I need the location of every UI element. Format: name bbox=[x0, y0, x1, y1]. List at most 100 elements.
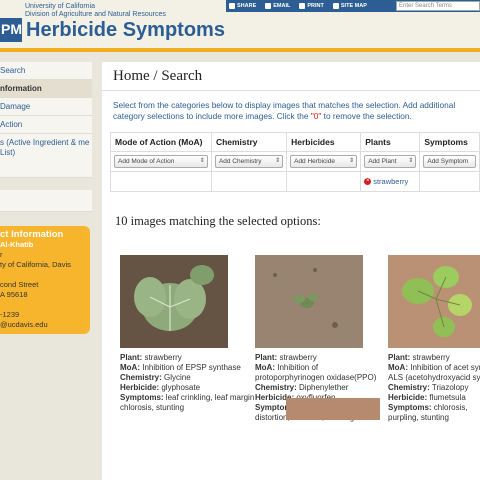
sidebar-blank-row bbox=[0, 190, 92, 212]
moa-label: MoA: bbox=[255, 363, 275, 372]
chemistry-label: Chemistry: bbox=[120, 373, 162, 382]
email-label: EMAIL bbox=[273, 3, 291, 9]
print-label: PRINT bbox=[307, 3, 324, 9]
result-photo[interactable] bbox=[255, 255, 363, 348]
contact-email[interactable]: @ucdavis.edu bbox=[0, 320, 90, 330]
herbicide-value: glyphosate bbox=[161, 383, 201, 392]
result-card[interactable]: Plant: strawberry MoA: Inhibition of ace… bbox=[388, 255, 480, 423]
cell-plant-chips: × strawberry bbox=[360, 171, 421, 192]
cell-symptom-chips bbox=[419, 171, 480, 192]
chemistry-value: Glycine bbox=[164, 373, 191, 382]
uc-line-2: Division of Agriculture and Natural Reso… bbox=[25, 11, 166, 18]
print-icon bbox=[299, 3, 306, 9]
plant-label: Plant: bbox=[388, 353, 411, 362]
sitemap-label: SITE MAP bbox=[340, 3, 367, 9]
sidebar-item-search[interactable]: Search bbox=[0, 62, 92, 80]
symptom-select[interactable]: Add Symptom bbox=[423, 155, 476, 168]
strawberry-flumetsulam-photo bbox=[388, 255, 480, 348]
next-result-photo[interactable] bbox=[286, 398, 380, 420]
share-icon bbox=[229, 3, 235, 9]
contact-line-2: ty of California, Davis bbox=[0, 260, 71, 269]
result-photo[interactable] bbox=[388, 255, 480, 348]
chemistry-value: Triazolopy bbox=[431, 383, 469, 392]
email-icon bbox=[265, 3, 272, 9]
uc-division-text: University of California Division of Agr… bbox=[25, 3, 166, 19]
sitemap-link[interactable]: SITE MAP bbox=[330, 3, 373, 9]
instructions-part-a: category selections to include more imag… bbox=[113, 111, 311, 121]
cell-chemistry-select: Add Chemistry ⇕ bbox=[210, 151, 288, 172]
sidebar-item-information[interactable]: nformation bbox=[0, 80, 92, 98]
result-card[interactable]: Plant: strawberry MoA: Inhibition of EPS… bbox=[120, 255, 256, 413]
chemistry-label: Chemistry: bbox=[388, 383, 430, 392]
plant-select-value: Add Plant bbox=[368, 158, 397, 165]
ipm-logo[interactable]: PM bbox=[0, 18, 22, 42]
selected-plant-chip[interactable]: × strawberry bbox=[364, 177, 416, 186]
col-chemistry: Chemistry bbox=[210, 132, 288, 152]
moa-label: MoA: bbox=[388, 363, 408, 372]
left-sidebar: Search nformation Damage Action s (Activ… bbox=[0, 62, 92, 212]
page-title: Home / Search bbox=[113, 68, 203, 84]
moa-label: MoA: bbox=[120, 363, 140, 372]
herbicide-value: flumetsula bbox=[429, 393, 466, 402]
herbicide-label: Herbicide: bbox=[120, 383, 160, 392]
site-title[interactable]: Herbicide Symptoms bbox=[26, 19, 225, 42]
plant-value: strawberry bbox=[412, 353, 450, 362]
remove-symbol-text: "0" bbox=[310, 111, 322, 121]
filter-table: Mode of Action (MoA) Chemistry Herbicide… bbox=[110, 132, 480, 192]
plant-value: strawberry bbox=[279, 353, 317, 362]
plant-value: strawberry bbox=[144, 353, 182, 362]
share-link[interactable]: SHARE bbox=[226, 3, 262, 9]
moa-select-value: Add Mode of Action bbox=[118, 158, 175, 165]
symptoms-label: Symptoms: bbox=[120, 393, 164, 402]
strawberry-oxyfluorfen-photo bbox=[255, 255, 363, 348]
col-symptoms: Symptoms bbox=[419, 132, 480, 152]
col-moa: Mode of Action (MoA) bbox=[110, 132, 212, 152]
sidebar-item-herbicides[interactable]: s (Active Ingredient & me List) bbox=[0, 134, 92, 178]
instructions-line-1: Select from the categories below to disp… bbox=[113, 100, 456, 110]
result-photo[interactable] bbox=[120, 255, 228, 348]
result-count: 10 images matching the selected options: bbox=[115, 214, 321, 228]
col-herbicides: Herbicides bbox=[286, 132, 362, 152]
contact-name: Al-Khatib bbox=[0, 240, 34, 249]
email-link[interactable]: EMAIL bbox=[262, 3, 296, 9]
filter-select-row: Add Mode of Action ⇕ Add Chemistry ⇕ Add H… bbox=[110, 151, 480, 172]
share-label: SHARE bbox=[237, 3, 257, 9]
cell-symptom-select: Add Symptom bbox=[419, 151, 480, 172]
plant-select[interactable]: Add Plant ⇕ bbox=[364, 155, 417, 168]
contact-line-5: -1239 bbox=[0, 310, 20, 319]
herbicide-label: Herbicide: bbox=[388, 393, 428, 402]
sidebar-item-action[interactable]: Action bbox=[0, 116, 92, 134]
search-input[interactable]: Enter Search Terms bbox=[396, 1, 480, 11]
col-plants: Plants bbox=[360, 132, 421, 152]
contact-gap bbox=[0, 270, 90, 280]
herbicide-select-value: Add Herbicide bbox=[294, 158, 335, 165]
chemistry-select[interactable]: Add Chemistry ⇕ bbox=[214, 155, 284, 168]
moa-select[interactable]: Add Mode of Action ⇕ bbox=[114, 155, 208, 168]
title-divider bbox=[102, 90, 480, 91]
instructions-text: Select from the categories below to disp… bbox=[113, 100, 480, 122]
select-arrows-icon: ⇕ bbox=[408, 158, 414, 164]
moa-value: Inhibition of EPSP synthase bbox=[142, 363, 241, 372]
select-arrows-icon: ⇕ bbox=[275, 158, 281, 164]
sitemap-icon bbox=[332, 3, 339, 9]
sidebar-item-damage[interactable]: Damage bbox=[0, 98, 92, 116]
chemistry-label: Chemistry: bbox=[255, 383, 297, 392]
herbicide-select[interactable]: Add Herbicide ⇕ bbox=[290, 155, 358, 168]
contact-gap-2 bbox=[0, 300, 90, 310]
selected-plant-label: strawberry bbox=[373, 177, 409, 186]
cell-herbicide-select: Add Herbicide ⇕ bbox=[286, 151, 362, 172]
contact-box: ct Information Al-Khatib r ty of Califor… bbox=[0, 226, 90, 334]
plant-label: Plant: bbox=[120, 353, 143, 362]
contact-line-3: cond Street bbox=[0, 280, 39, 289]
contact-line-1: r bbox=[0, 250, 3, 259]
print-link[interactable]: PRINT bbox=[296, 3, 330, 9]
select-arrows-icon: ⇕ bbox=[199, 158, 205, 164]
instructions-line-2: category selections to include more imag… bbox=[113, 111, 480, 122]
cell-chemistry-chips bbox=[210, 171, 288, 192]
sidebar-spacer bbox=[0, 178, 92, 190]
cell-plant-select: Add Plant ⇕ bbox=[360, 151, 421, 172]
contact-line-4: A 95618 bbox=[0, 290, 28, 299]
cell-herbicide-chips bbox=[286, 171, 362, 192]
select-arrows-icon: ⇕ bbox=[349, 158, 355, 164]
remove-icon[interactable]: × bbox=[364, 178, 372, 185]
